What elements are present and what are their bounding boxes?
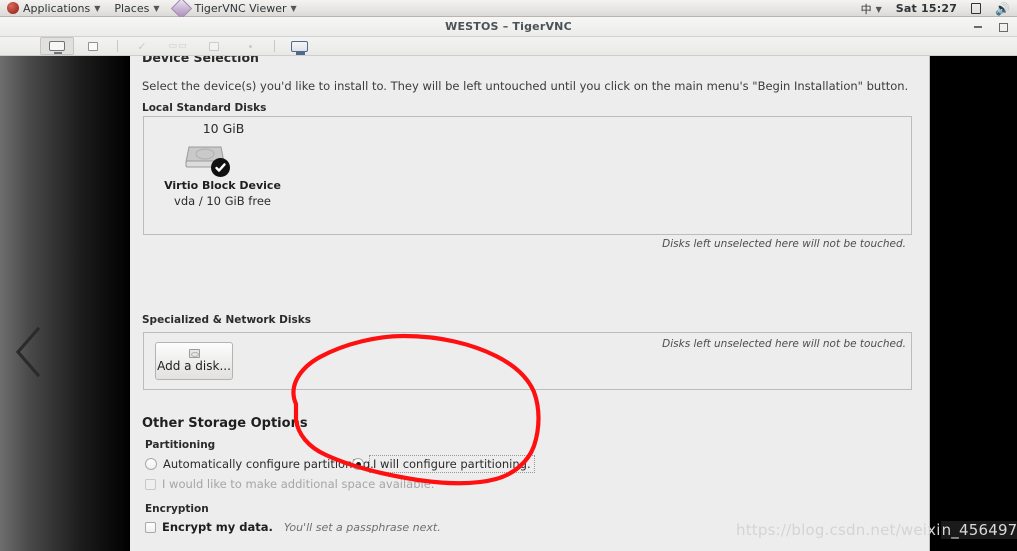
radio-icon-selected xyxy=(352,458,364,470)
new-connection-icon xyxy=(290,40,308,55)
places-menu[interactable]: Places ▼ xyxy=(107,0,166,17)
remote-desktop-button[interactable] xyxy=(40,37,74,55)
applications-menu[interactable]: Applications ▼ xyxy=(0,0,107,17)
installer-right-panel xyxy=(930,56,1017,551)
remote-desktop-canvas[interactable]: Device Selection Select the device(s) yo… xyxy=(0,56,1017,551)
display-icon xyxy=(971,3,982,14)
input-method-label: 中 xyxy=(860,2,872,16)
tigervnc-window-label: TigerVNC Viewer xyxy=(194,1,287,15)
specialized-disks-label: Specialized & Network Disks xyxy=(142,314,311,326)
places-menu-label: Places xyxy=(114,1,150,15)
encryption-hint: You'll set a passphrase next. xyxy=(283,520,441,534)
vnc-window-title: WESTOS – TigerVNC xyxy=(445,20,572,33)
checkbox-encrypt-label: Encrypt my data. xyxy=(162,520,273,534)
disk-name-label: Virtio Block Device xyxy=(164,179,281,192)
maximize-button[interactable] xyxy=(999,22,1008,32)
encryption-label: Encryption xyxy=(145,503,209,515)
fedora-logo-icon xyxy=(7,2,19,14)
vnc-viewer-window: WESTOS – TigerVNC ✓ ▭▭ Select the device… xyxy=(0,17,1017,551)
clock[interactable]: Sat 15:27 xyxy=(889,0,964,17)
chevron-down-icon: ▼ xyxy=(290,4,297,13)
other-storage-options-title: Other Storage Options xyxy=(142,416,308,431)
new-connection-button[interactable] xyxy=(282,37,316,55)
checkmark-icon: ✓ xyxy=(137,39,147,53)
checkbox-icon xyxy=(145,478,156,490)
specialized-disks-note: Disks left unselected here will not be t… xyxy=(662,338,906,350)
installer-left-panel xyxy=(0,56,130,551)
applications-menu-label: Applications xyxy=(23,1,91,15)
display-indicator[interactable] xyxy=(964,0,988,17)
clock-label: Sat 15:27 xyxy=(895,2,958,15)
check-badge-icon xyxy=(211,158,230,177)
window-controls xyxy=(974,17,1013,37)
checkbox-additional-space-label: I would like to make additional space av… xyxy=(162,477,435,491)
local-standard-disks-label: Local Standard Disks xyxy=(142,102,267,114)
keyboard-icon: ▭▭ xyxy=(168,41,188,51)
input-method-indicator[interactable]: 中 ▼ xyxy=(854,0,889,17)
minimize-button[interactable] xyxy=(974,26,982,28)
window-icon xyxy=(88,41,98,51)
checkbox-icon xyxy=(145,521,156,533)
disk-size-label: 10 GiB xyxy=(202,121,245,136)
chevron-down-icon: ▼ xyxy=(94,4,101,13)
radio-automatic-partitioning[interactable]: Automatically configure partitioning. xyxy=(145,455,374,473)
screen-root: Applications ▼ Places ▼ TigerVNC Viewer … xyxy=(0,0,1017,551)
vnc-titlebar: WESTOS – TigerVNC xyxy=(0,17,1017,37)
chevron-down-icon: ▼ xyxy=(153,4,160,13)
remote-desktop-icon xyxy=(49,41,65,54)
page-title: Device Selection xyxy=(142,56,259,63)
checkbox-encrypt-data[interactable]: Encrypt my data. You'll set a passphrase… xyxy=(145,520,441,534)
disk-detail-label: vda / 10 GiB free xyxy=(174,194,271,208)
save-icon xyxy=(209,41,219,51)
partitioning-radio-group: Automatically configure partitioning. I … xyxy=(145,455,645,473)
toolbar-separator xyxy=(117,40,118,52)
vnc-toolbar: ✓ ▭▭ xyxy=(0,37,1017,56)
checkbox-additional-space[interactable]: I would like to make additional space av… xyxy=(145,477,434,491)
panel-right-group: 中 ▼ Sat 15:27 🔊 xyxy=(854,0,1017,17)
disk-icon-wrapper xyxy=(185,141,230,177)
local-disks-note: Disks left unselected here will not be t… xyxy=(662,238,906,250)
panel-left-group: Applications ▼ Places ▼ TigerVNC Viewer … xyxy=(0,0,304,19)
watermark: https://blog.csdn.net/weixin_45649763 xyxy=(736,521,1017,539)
add-a-disk-button[interactable]: Add a disk... xyxy=(155,342,233,380)
save-button[interactable] xyxy=(197,37,231,55)
partitioning-label: Partitioning xyxy=(145,439,216,451)
more-button[interactable] xyxy=(233,37,267,55)
tigervnc-window-menu[interactable]: TigerVNC Viewer ▼ xyxy=(167,0,304,19)
volume-icon: 🔊 xyxy=(995,1,1010,16)
watermark-prefix: https://blog.csdn.net/weixi xyxy=(736,521,941,539)
more-icon xyxy=(248,44,252,48)
back-chevron-icon[interactable] xyxy=(14,326,44,378)
watermark-suffix: n_45649763 xyxy=(940,521,1017,539)
radio-manual-partitioning[interactable]: I will configure partitioning. xyxy=(352,455,535,473)
keyboard-button[interactable]: ▭▭ xyxy=(161,37,195,55)
page-description: Select the device(s) you'd like to insta… xyxy=(142,79,909,93)
checkmark-button[interactable]: ✓ xyxy=(125,37,159,55)
tigervnc-logo-icon xyxy=(170,0,192,19)
toolbar-separator xyxy=(274,40,275,52)
radio-manual-label: I will configure partitioning. xyxy=(369,455,535,473)
radio-icon xyxy=(145,458,157,470)
radio-automatic-label: Automatically configure partitioning. xyxy=(163,457,374,471)
gnome-top-panel: Applications ▼ Places ▼ TigerVNC Viewer … xyxy=(0,0,1017,19)
window-mode-button[interactable] xyxy=(76,37,110,55)
local-disks-box: 10 GiB Virtio Block Device vda / 10 GiB … xyxy=(143,116,912,235)
add-a-disk-label: Add a disk... xyxy=(157,359,231,373)
volume-indicator[interactable]: 🔊 xyxy=(988,0,1017,17)
disk-tile-vda[interactable]: 10 GiB Virtio Block Device vda / 10 GiB … xyxy=(158,121,283,208)
add-disk-icon xyxy=(188,349,200,358)
installation-destination-page: Device Selection Select the device(s) yo… xyxy=(130,56,930,551)
chevron-down-icon: ▼ xyxy=(875,4,882,14)
